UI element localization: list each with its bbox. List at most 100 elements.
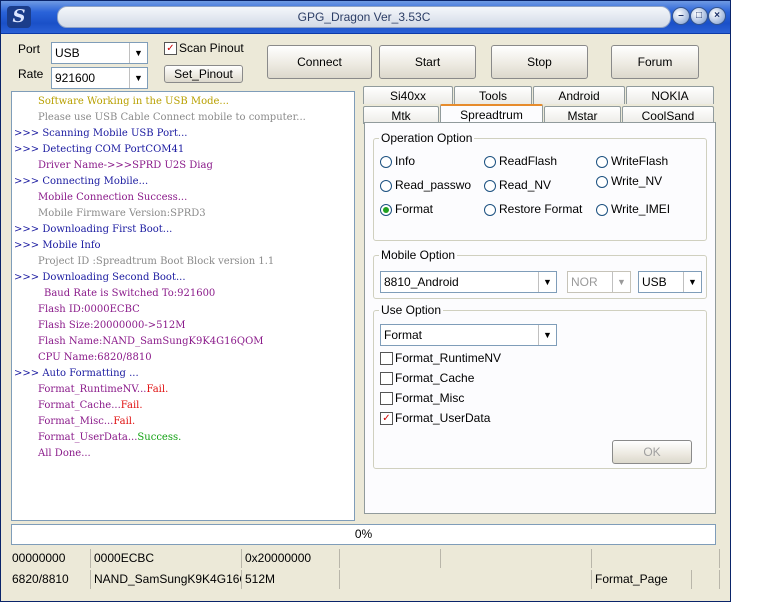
mobile-option-title: Mobile Option — [379, 248, 458, 262]
radio-label[interactable]: Restore Format — [499, 202, 582, 216]
log-line: Please use USB Cable Connect mobile to c… — [38, 112, 306, 123]
log-segment: Flash Name:NAND_SamSungK9K4G16QOM — [38, 336, 264, 347]
progress-label: 0% — [354, 527, 373, 541]
log-line: Flash Size:20000000->512M — [38, 320, 185, 331]
port-select[interactable]: USB ▼ — [51, 42, 148, 64]
radio-info[interactable] — [380, 156, 392, 168]
log-segment: Mobile Connection Success... — [38, 192, 188, 203]
checkbox-label[interactable]: Format_Cache — [395, 371, 474, 385]
log-segment: All Done... — [38, 448, 91, 459]
tab-android[interactable]: Android — [533, 86, 625, 104]
status-cell: NAND_SamSungK9K4G16QI — [91, 570, 242, 589]
log-segment: Flash Size:20000000->512M — [38, 320, 186, 331]
log-line: All Done... — [38, 448, 91, 459]
tab-si40xx[interactable]: Si40xx — [363, 86, 453, 104]
log-segment: CPU Name:6820/8810 — [38, 352, 152, 363]
log-line: Format_RuntimeNV...Fail. — [38, 384, 168, 395]
operation-option-group: Operation Option Info ReadFlash WriteFlash… — [373, 131, 707, 241]
log-line: CPU Name:6820/8810 — [38, 352, 152, 363]
tab-tools[interactable]: Tools — [454, 86, 532, 104]
radio-read-nv[interactable] — [484, 180, 496, 192]
radio-restore-format[interactable] — [484, 204, 496, 216]
log-segment: Format_UserData... — [38, 432, 138, 443]
checkbox-format-misc[interactable] — [380, 392, 393, 405]
log-segment: >>> Detecting COM PortCOM41 — [14, 144, 185, 155]
tab-spreadtrum[interactable]: Spreadtrum — [440, 104, 543, 124]
log-line: >>> Mobile Info — [14, 240, 101, 251]
radio-label[interactable]: WriteFlash — [611, 154, 668, 168]
log-segment: >>> Scanning Mobile USB Port... — [14, 128, 188, 139]
use-mode-select[interactable]: Format ▼ — [380, 324, 557, 346]
checkbox-format-cache[interactable] — [380, 372, 393, 385]
checkbox-label[interactable]: Format_RuntimeNV — [395, 351, 501, 365]
radio-writeflash[interactable] — [596, 156, 608, 168]
log-segment: Mobile Firmware Version:SPRD3 — [38, 208, 206, 219]
radio-label[interactable]: Read_passwo — [395, 178, 477, 192]
checkbox-label[interactable]: Format_UserData — [395, 411, 490, 425]
checkbox-label[interactable]: Format_Misc — [395, 391, 464, 405]
radio-label[interactable]: Info — [395, 154, 415, 168]
chevron-down-icon[interactable]: ▼ — [129, 68, 147, 88]
log-output[interactable]: Software Working in the USB Mode... Pleas… — [11, 91, 355, 521]
log-segment: Fail. — [120, 400, 143, 411]
start-button[interactable]: Start — [379, 45, 476, 79]
radio-readflash[interactable] — [484, 156, 496, 168]
connect-button[interactable]: Connect — [267, 45, 372, 79]
stop-button[interactable]: Stop — [491, 45, 588, 79]
checkbox-format-runtimenv[interactable] — [380, 352, 393, 365]
scan-pinout-label: Scan Pinout — [179, 41, 244, 55]
rate-value: 921600 — [55, 71, 96, 85]
log-segment: Project ID :Spreadtrum Boot Block versio… — [38, 256, 275, 267]
status-cell: 00000000 — [9, 549, 91, 568]
chevron-down-icon[interactable]: ▼ — [538, 325, 556, 345]
log-line: Format_Misc...Fail. — [38, 416, 135, 427]
log-segment: Format_Misc... — [38, 416, 114, 427]
set-pinout-button[interactable]: Set_Pinout — [164, 65, 243, 83]
radio-label[interactable]: Read_NV — [499, 178, 551, 192]
status-bar-2: 6820/8810 NAND_SamSungK9K4G16QI 512M Format… — [9, 570, 720, 589]
rate-select[interactable]: 921600 ▼ — [51, 67, 148, 89]
main-window: S GPG_Dragon Ver_3.53C – □ × Port USB ▼ … — [0, 0, 731, 602]
radio-read-passwo[interactable] — [380, 180, 392, 192]
log-segment: >>> Auto Formatting ... — [14, 368, 139, 379]
title-bar[interactable]: S GPG_Dragon Ver_3.53C – □ × — [1, 1, 730, 34]
log-segment: Fail. — [146, 384, 169, 395]
spreadtrum-panel: Operation Option Info ReadFlash WriteFlash… — [364, 122, 716, 514]
status-cell: 512M — [242, 570, 340, 589]
chevron-down-icon[interactable]: ▼ — [538, 272, 556, 292]
flash-type-select: NOR ▼ — [567, 271, 631, 293]
maximize-icon[interactable]: □ — [690, 7, 708, 25]
log-segment: >>> Mobile Info — [14, 240, 101, 251]
scan-pinout-checkbox[interactable]: ✓ — [164, 42, 177, 55]
minimize-icon[interactable]: – — [672, 7, 690, 25]
model-select[interactable]: 8810_Android ▼ — [380, 271, 557, 293]
chevron-down-icon[interactable]: ▼ — [683, 272, 701, 292]
tab-nokia[interactable]: NOKIA — [626, 86, 714, 104]
status-cell — [692, 570, 720, 589]
status-cell: 0x20000000 — [242, 549, 340, 568]
radio-write-nv[interactable] — [596, 176, 608, 188]
log-segment: Success. — [137, 432, 182, 443]
radio-label[interactable]: Write_IMEI — [611, 202, 670, 216]
status-cell — [340, 549, 441, 568]
log-segment: Format_Cache... — [38, 400, 121, 411]
flash-type-value: NOR — [571, 275, 598, 289]
checkbox-format-userdata[interactable]: ✓ — [380, 412, 393, 425]
interface-value: USB — [642, 275, 667, 289]
radio-format[interactable] — [380, 204, 392, 216]
chevron-down-icon[interactable]: ▼ — [129, 43, 147, 63]
log-line: Mobile Firmware Version:SPRD3 — [38, 208, 206, 219]
radio-label[interactable]: ReadFlash — [499, 154, 557, 168]
radio-write-imei[interactable] — [596, 204, 608, 216]
log-segment: Flash ID:0000ECBC — [38, 304, 140, 315]
interface-select[interactable]: USB ▼ — [638, 271, 702, 293]
radio-label[interactable]: Format — [395, 202, 433, 216]
forum-button[interactable]: Forum — [611, 45, 699, 79]
log-segment: Driver Name->>>SPRD U2S Diag — [38, 160, 213, 171]
progress-bar: 0% — [11, 524, 716, 545]
app-logo-icon: S — [7, 6, 31, 28]
ok-button[interactable]: OK — [612, 440, 692, 464]
close-icon[interactable]: × — [708, 7, 726, 25]
radio-label[interactable]: Write_NV — [611, 174, 662, 188]
log-line: >>> Downloading First Boot... — [14, 224, 172, 235]
